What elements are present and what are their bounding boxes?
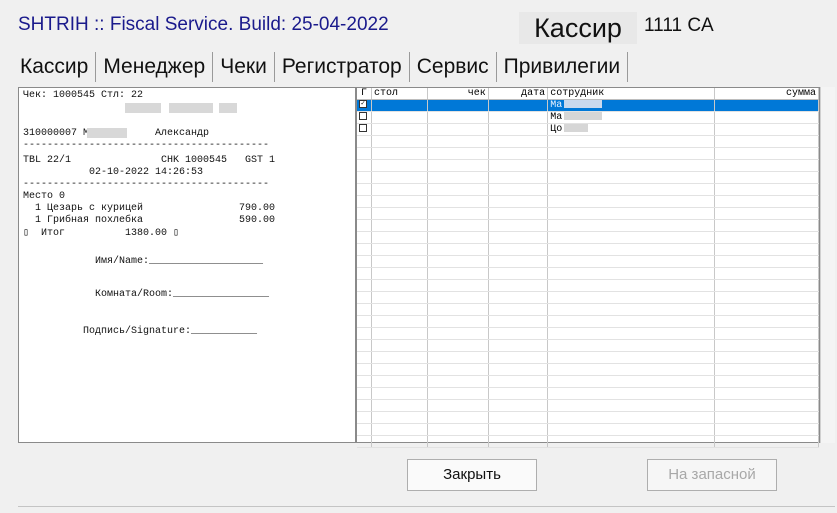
empty-row bbox=[357, 363, 819, 376]
blurred-text bbox=[564, 112, 603, 121]
empty-row bbox=[357, 207, 819, 220]
empty-row bbox=[357, 399, 819, 412]
empty-row bbox=[357, 387, 819, 400]
row-checkbox[interactable]: ✓ bbox=[357, 99, 372, 112]
receipt-item: 1 Цезарь с курицей 790.00 bbox=[23, 203, 276, 214]
empty-row bbox=[357, 159, 819, 172]
empty-row bbox=[357, 375, 819, 388]
table-row[interactable]: Ма bbox=[357, 111, 819, 124]
column-header-sum[interactable]: сумма bbox=[714, 88, 819, 100]
receipt-place: Место 0 bbox=[23, 191, 66, 202]
receipt-preview[interactable]: Чек: 1000545 Стл: 22 310000007 Ма Алекса… bbox=[18, 87, 356, 443]
empty-row bbox=[357, 183, 819, 196]
empty-row bbox=[357, 147, 819, 160]
backup-printer-button[interactable]: На запасной bbox=[647, 459, 777, 491]
empty-row bbox=[357, 327, 819, 340]
empty-row bbox=[357, 435, 819, 448]
empty-row bbox=[357, 171, 819, 184]
column-header-check[interactable]: чек bbox=[427, 88, 489, 100]
blurred-text bbox=[87, 128, 127, 138]
empty-row bbox=[357, 339, 819, 352]
receipt-room-line: Комната/Room:________________ bbox=[23, 289, 270, 300]
tab-manager[interactable]: Менеджер bbox=[96, 52, 214, 82]
employee-cell: Цо bbox=[547, 123, 716, 136]
empty-row bbox=[357, 219, 819, 232]
empty-row bbox=[357, 351, 819, 364]
receipt-separator: ----------------------------------------… bbox=[23, 140, 270, 151]
empty-row bbox=[357, 255, 819, 268]
empty-row bbox=[357, 279, 819, 292]
app-title: SHTRIH :: Fiscal Service. Build: 25-04-2… bbox=[18, 14, 389, 35]
column-header-date[interactable]: дата bbox=[488, 88, 549, 100]
blurred-text bbox=[219, 103, 237, 113]
receipt-header: Чек: 1000545 Стл: 22 bbox=[23, 90, 144, 101]
checks-grid[interactable]: Γ стол чек дата сотрудник сумма ✓ Ма Ма … bbox=[356, 87, 820, 448]
cashier-role-label: Кассир bbox=[519, 12, 637, 44]
column-header-employee[interactable]: сотрудник bbox=[547, 88, 716, 100]
blurred-text bbox=[169, 103, 213, 113]
empty-row bbox=[357, 135, 819, 148]
table-header-row: Γ стол чек дата сотрудник сумма bbox=[357, 88, 819, 100]
empty-row bbox=[357, 231, 819, 244]
table-row[interactable]: Цо bbox=[357, 123, 819, 136]
tab-privileges[interactable]: Привилегии bbox=[497, 52, 629, 82]
vertical-scrollbar[interactable] bbox=[820, 87, 835, 443]
blurred-text bbox=[564, 100, 603, 109]
column-header-table[interactable]: стол bbox=[371, 88, 429, 100]
checkbox-checked-icon[interactable]: ✓ bbox=[359, 100, 367, 109]
checkbox-unchecked-icon[interactable] bbox=[359, 112, 367, 121]
empty-row bbox=[357, 303, 819, 316]
receipt-item: 1 Грибная похлебка 590.00 bbox=[23, 215, 276, 226]
blurred-text bbox=[125, 103, 161, 113]
close-button[interactable]: Закрыть bbox=[407, 459, 537, 491]
user-code: 1111 CA bbox=[644, 15, 714, 36]
receipt-datetime: 02-10-2022 14:26:53 bbox=[23, 167, 204, 178]
receipt-signature-line: Подпись/Signature:___________ bbox=[23, 326, 258, 337]
empty-row bbox=[357, 423, 819, 436]
main-tabs: Кассир Менеджер Чеки Регистратор Сервис … bbox=[18, 52, 629, 84]
divider bbox=[18, 506, 835, 507]
row-checkbox[interactable] bbox=[357, 111, 372, 124]
receipt-name-line: Имя/Name:___________________ bbox=[23, 256, 264, 267]
employee-cell: Ма bbox=[547, 111, 716, 124]
select-all-column-header[interactable]: Γ bbox=[357, 88, 372, 100]
receipt-table-line: TBL 22/1 CHK 1000545 GST 1 bbox=[23, 155, 276, 166]
row-checkbox[interactable] bbox=[357, 123, 372, 136]
table-row[interactable]: ✓ Ма bbox=[357, 99, 819, 112]
title-bar: SHTRIH :: Fiscal Service. Build: 25-04-2… bbox=[0, 0, 837, 50]
receipt-separator: ----------------------------------------… bbox=[23, 179, 270, 190]
empty-row bbox=[357, 411, 819, 424]
tab-registrar[interactable]: Регистратор bbox=[275, 52, 410, 82]
empty-row bbox=[357, 315, 819, 328]
tab-checks[interactable]: Чеки bbox=[213, 52, 275, 82]
empty-row bbox=[357, 195, 819, 208]
empty-row bbox=[357, 267, 819, 280]
employee-cell: Ма bbox=[547, 99, 716, 112]
checks-table: Γ стол чек дата сотрудник сумма ✓ Ма Ма … bbox=[357, 88, 819, 448]
checkbox-unchecked-icon[interactable] bbox=[359, 124, 367, 133]
empty-row bbox=[357, 291, 819, 304]
tab-cashier[interactable]: Кассир bbox=[18, 52, 97, 82]
receipt-total: ▯ Итог 1380.00 ▯ bbox=[23, 228, 180, 239]
blurred-text bbox=[564, 124, 589, 133]
empty-row bbox=[357, 243, 819, 256]
tab-service[interactable]: Сервис bbox=[410, 52, 497, 82]
